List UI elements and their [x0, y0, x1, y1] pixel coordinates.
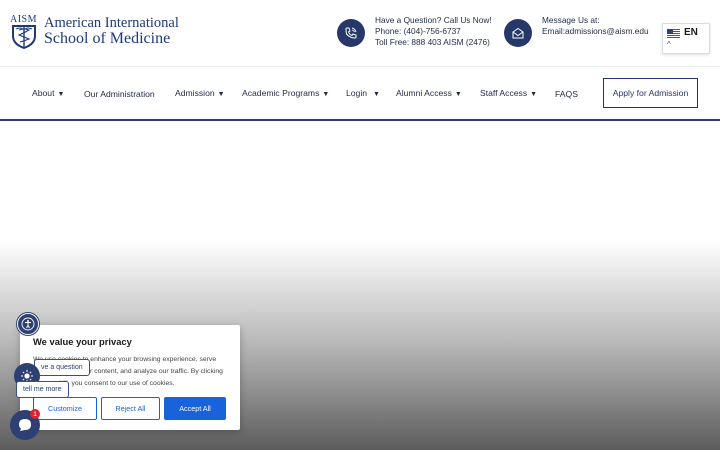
contact-email-heading: Message Us at: [542, 15, 600, 25]
logo-line-1: American International [44, 15, 179, 31]
nav-item-login[interactable]: Login ▼ [346, 88, 380, 98]
contact-phone-number[interactable]: Phone: (404)-756-6737 [375, 26, 492, 37]
chevron-down-icon: ▼ [373, 91, 380, 98]
contact-phone-heading: Have a Question? Call Us Now! [375, 15, 492, 25]
chat-icon [19, 419, 31, 431]
nav-admission-label: Admission [175, 88, 215, 98]
contact-email-block: Message Us at: Email:admissions@aism.edu [504, 15, 649, 47]
chevron-down-icon: ▼ [322, 91, 330, 98]
contact-email-address[interactable]: Email:admissions@aism.edu [542, 26, 649, 37]
cookie-accept-all-button[interactable]: Accept All [164, 397, 226, 420]
nav-login-label: Login [346, 88, 368, 98]
chevron-down-icon: ▼ [530, 91, 538, 98]
chevron-up-icon: ^ [667, 40, 671, 49]
cookie-consent-dialog: We value your privacy We use cookies to … [20, 325, 240, 430]
contact-phone-text: Have a Question? Call Us Now! Phone: (40… [375, 15, 492, 49]
nav-academic-label: Academic Programs [242, 88, 320, 98]
chevron-down-icon: ▼ [454, 91, 462, 98]
cookie-customize-button[interactable]: Customize [33, 397, 97, 420]
nav-about-label: About [32, 88, 55, 98]
nav-item-academic-programs[interactable]: Academic Programs ▼ [242, 88, 329, 98]
accessibility-icon [21, 317, 35, 331]
header-top: AISM American International School of Me… [0, 0, 720, 67]
language-code: EN [684, 27, 698, 38]
chat-notification-badge: 1 [30, 409, 40, 419]
phone-icon[interactable] [337, 19, 365, 47]
logo-emblem: AISM [10, 14, 38, 50]
cookie-reject-all-button[interactable]: Reject All [101, 397, 160, 420]
logo-line-2: School of Medicine [44, 30, 171, 47]
nav-administration-label: Our Administration [84, 89, 155, 99]
contact-email-text: Message Us at: Email:admissions@aism.edu [542, 15, 649, 37]
nav-item-faqs[interactable]: FAQS [555, 89, 578, 99]
envelope-icon[interactable] [504, 19, 532, 47]
cookie-title: We value your privacy [33, 336, 132, 347]
logo-wordmark: American International School of Medicin… [44, 15, 179, 47]
nav-alumni-label: Alumni Access [396, 88, 452, 98]
language-switcher[interactable]: EN ^ [662, 23, 710, 54]
nav-staff-label: Staff Access [480, 88, 528, 98]
nav-item-admission[interactable]: Admission ▼ [175, 88, 225, 98]
logo-mark-text: AISM [10, 14, 38, 25]
apply-for-admission-button[interactable]: Apply for Admission [603, 78, 698, 108]
chat-tell-more-bubble[interactable]: tell me more [16, 381, 69, 398]
nav-item-staff-access[interactable]: Staff Access ▼ [480, 88, 537, 98]
nav-item-administration[interactable]: Our Administration [84, 89, 155, 99]
contact-phone-block: Have a Question? Call Us Now! Phone: (40… [337, 15, 492, 49]
accessibility-button[interactable] [17, 313, 39, 335]
us-flag-icon [667, 29, 680, 38]
chat-prompt-bubble[interactable]: ve a question [34, 359, 90, 376]
chevron-down-icon: ▼ [57, 91, 65, 98]
nav-faqs-label: FAQS [555, 89, 578, 99]
main-nav: About ▼ Our Administration Admission ▼ Aca… [0, 67, 720, 121]
site-logo[interactable]: AISM American International School of Me… [10, 14, 179, 50]
contact-tollfree-number[interactable]: Toll Free: 888 403 AISM (2476) [375, 37, 492, 48]
nav-item-about[interactable]: About ▼ [32, 88, 64, 98]
chevron-down-icon: ▼ [217, 91, 225, 98]
nav-item-alumni-access[interactable]: Alumni Access ▼ [396, 88, 462, 98]
